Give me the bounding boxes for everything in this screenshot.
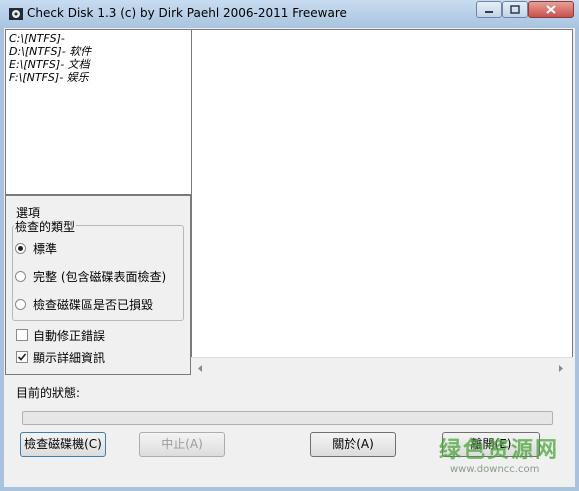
radio-volume-damage-label[interactable]: 檢查磁碟區是否已損毀 bbox=[33, 296, 153, 313]
options-panel: 選項 檢查的類型 標準 完整 (包含磁碟表面檢查) 檢查磁碟區是否已損毀 自動修… bbox=[5, 195, 191, 375]
scroll-left-icon[interactable] bbox=[196, 362, 204, 372]
radio-selected-dot bbox=[18, 246, 23, 251]
title-bar[interactable]: Check Disk 1.3 (c) by Dirk Paehl 2006-20… bbox=[0, 0, 579, 28]
checkmark-icon bbox=[17, 353, 27, 361]
stop-button[interactable]: 中止(A) bbox=[139, 432, 225, 457]
check-type-group-label: 檢查的類型 bbox=[14, 218, 77, 235]
drive-item-f[interactable]: F:\[NTFS]- 娱乐 bbox=[9, 71, 89, 84]
status-label: 目前的狀態: bbox=[16, 386, 81, 400]
close-button[interactable] bbox=[528, 1, 574, 18]
about-button[interactable]: 關於(A) bbox=[310, 432, 396, 457]
radio-standard[interactable] bbox=[15, 243, 26, 254]
results-panel[interactable] bbox=[191, 29, 573, 374]
auto-fix-label[interactable]: 自動修正錯誤 bbox=[33, 327, 105, 344]
radio-full[interactable] bbox=[15, 271, 26, 282]
maximize-button[interactable] bbox=[502, 1, 528, 18]
drive-item-e[interactable]: E:\[NTFS]- 文档 bbox=[9, 58, 90, 71]
radio-volume-damage[interactable] bbox=[15, 299, 26, 310]
window-title: Check Disk 1.3 (c) by Dirk Paehl 2006-20… bbox=[27, 6, 347, 20]
horizontal-scrollbar[interactable] bbox=[191, 357, 573, 374]
radio-standard-label[interactable]: 標準 bbox=[33, 240, 57, 257]
watermark-url: www.downcc.com bbox=[450, 464, 540, 475]
check-drive-button[interactable]: 檢查磁碟機(C) bbox=[20, 432, 106, 457]
auto-fix-checkbox[interactable] bbox=[16, 329, 28, 341]
app-window: Check Disk 1.3 (c) by Dirk Paehl 2006-20… bbox=[0, 0, 579, 491]
watermark-logo: 绿色资源网 bbox=[439, 438, 560, 463]
show-details-checkbox[interactable] bbox=[16, 351, 28, 363]
drive-list[interactable]: C:\[NTFS]- D:\[NTFS]- 软件 E:\[NTFS]- 文档 F… bbox=[5, 29, 192, 195]
drive-item-d[interactable]: D:\[NTFS]- 软件 bbox=[9, 45, 91, 58]
client-area: C:\[NTFS]- D:\[NTFS]- 软件 E:\[NTFS]- 文档 F… bbox=[4, 28, 575, 487]
radio-full-label[interactable]: 完整 (包含磁碟表面檢查) bbox=[33, 268, 166, 285]
minimize-button[interactable] bbox=[476, 1, 502, 18]
app-icon bbox=[8, 6, 24, 22]
scroll-right-icon[interactable] bbox=[557, 362, 565, 372]
show-details-label[interactable]: 顯示詳細資訊 bbox=[33, 349, 105, 366]
progress-bar bbox=[22, 411, 553, 425]
drive-item-c[interactable]: C:\[NTFS]- bbox=[9, 32, 65, 45]
